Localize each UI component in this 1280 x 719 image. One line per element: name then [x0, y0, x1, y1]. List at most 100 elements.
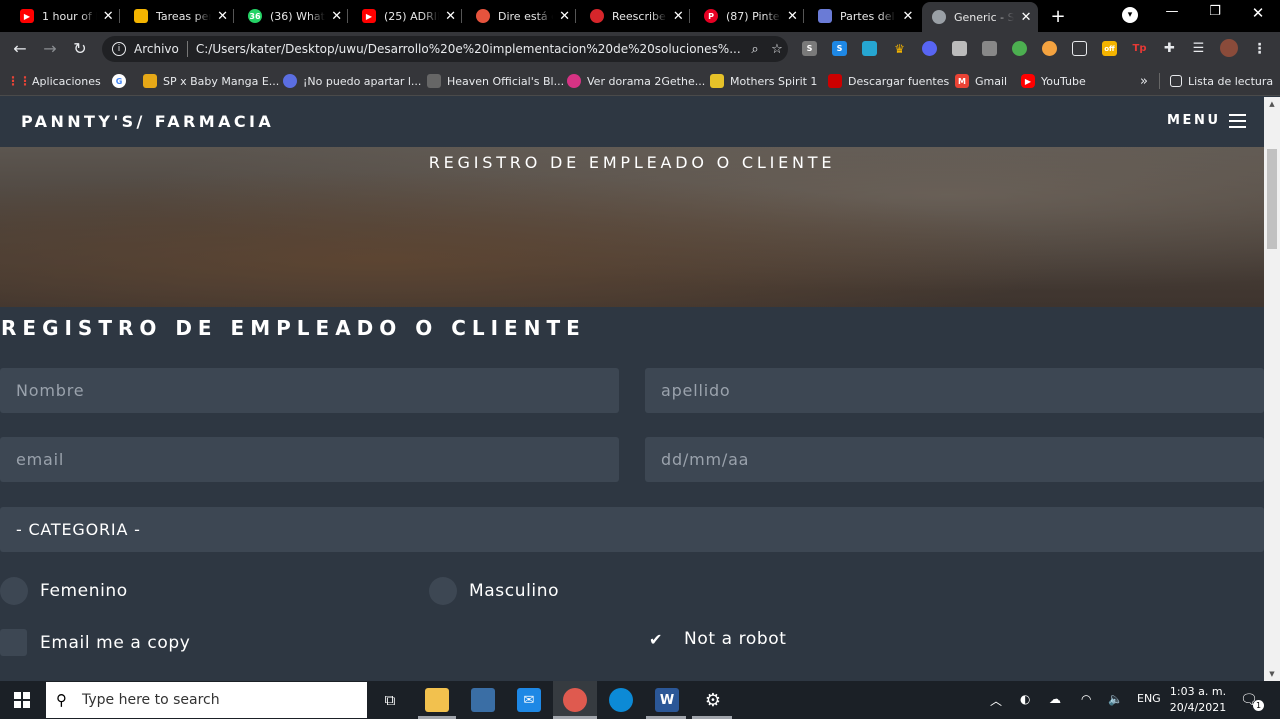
- date-input[interactable]: [645, 437, 1264, 482]
- browser-tab[interactable]: 36 (36) Whats ✕: [238, 3, 348, 29]
- taskbar-clock[interactable]: 1:03 a. m. 20/4/2021: [1168, 684, 1228, 716]
- close-icon[interactable]: ✕: [1018, 10, 1034, 25]
- close-icon[interactable]: ✕: [785, 9, 800, 24]
- more-bookmarks-icon[interactable]: »: [1140, 72, 1148, 90]
- close-icon[interactable]: ✕: [557, 9, 572, 24]
- categoria-select[interactable]: - CATEGORIA -: [0, 507, 1264, 552]
- bookmark-star-icon[interactable]: ☆: [766, 42, 788, 57]
- volume-icon[interactable]: 🔈: [1108, 692, 1123, 706]
- bookmark-item[interactable]: Ver dorama 2Gethe...: [567, 72, 705, 90]
- new-tab-icon[interactable]: +: [1048, 6, 1068, 27]
- url-text[interactable]: C:/Users/kater/Desktop/uwu/Desarrollo%20…: [196, 42, 744, 56]
- extension-icon[interactable]: S: [802, 41, 817, 56]
- taskbar-search[interactable]: ⚲ Type here to search: [46, 682, 367, 718]
- menu-button[interactable]: MENU: [1167, 113, 1246, 128]
- vertical-scrollbar[interactable]: ▲ ▼: [1264, 97, 1280, 681]
- file-explorer-icon[interactable]: [425, 688, 449, 712]
- scroll-thumb[interactable]: [1267, 149, 1277, 249]
- minimize-icon[interactable]: —: [1157, 4, 1187, 19]
- info-icon[interactable]: i: [112, 42, 126, 56]
- discord-extension-icon[interactable]: [922, 41, 937, 56]
- wifi-icon[interactable]: ◠: [1081, 692, 1091, 706]
- close-icon[interactable]: ✕: [671, 9, 686, 24]
- clock-date: 20/4/2021: [1169, 701, 1227, 714]
- word-icon[interactable]: W: [655, 688, 679, 712]
- radio-masculino[interactable]: Masculino: [429, 577, 559, 605]
- checkbox-not-robot[interactable]: ✔ Not a robot: [649, 629, 786, 649]
- bookmark-item[interactable]: Mothers Spirit 1: [710, 72, 817, 90]
- browser-tab[interactable]: Partes del ✕: [808, 3, 920, 29]
- zoom-icon[interactable]: ⌕: [744, 42, 766, 57]
- scroll-up-icon[interactable]: ▲: [1264, 97, 1280, 111]
- settings-icon[interactable]: ⚙: [701, 688, 725, 712]
- close-icon[interactable]: ✕: [101, 9, 116, 24]
- store-icon[interactable]: [471, 688, 495, 712]
- extension-icon[interactable]: [1042, 41, 1057, 56]
- coupon-extension-icon[interactable]: off: [1102, 41, 1117, 56]
- tab-search-icon[interactable]: ▾: [1122, 7, 1138, 23]
- mail-icon[interactable]: ✉: [517, 688, 541, 712]
- scroll-down-icon[interactable]: ▼: [1264, 667, 1280, 681]
- browser-tab[interactable]: Dire está c ✕: [466, 3, 576, 29]
- apellido-input[interactable]: [645, 368, 1264, 413]
- extension-icon[interactable]: [862, 41, 877, 56]
- back-icon[interactable]: ←: [10, 39, 30, 58]
- reload-icon[interactable]: ↻: [70, 39, 90, 58]
- browser-tab-active[interactable]: Generic - S ✕: [922, 2, 1038, 32]
- windows-start-icon[interactable]: [14, 692, 30, 708]
- profile-avatar[interactable]: [1220, 39, 1238, 57]
- radio-femenino[interactable]: Femenino: [0, 577, 128, 605]
- close-icon[interactable]: ✕: [443, 9, 458, 24]
- language-indicator[interactable]: ENG: [1137, 692, 1161, 705]
- radio-circle[interactable]: [429, 577, 457, 605]
- close-icon[interactable]: ✕: [900, 9, 916, 24]
- browser-tab[interactable]: ▶ (25) ADRIE ✕: [352, 3, 462, 29]
- cast-icon[interactable]: [1072, 41, 1087, 56]
- checkmark-icon[interactable]: ✔: [649, 630, 665, 649]
- bookmark-item[interactable]: ¡No puedo apartar l...: [283, 72, 421, 90]
- bookmark-item[interactable]: M Gmail: [955, 72, 1007, 90]
- bookmark-item[interactable]: SP x Baby Manga E...: [143, 72, 279, 90]
- classroom-icon: [134, 9, 148, 23]
- extension-icon[interactable]: [1012, 41, 1027, 56]
- bookmark-item[interactable]: Heaven Official's Bl...: [427, 72, 564, 90]
- radio-circle[interactable]: [0, 577, 28, 605]
- forward-icon[interactable]: →: [40, 39, 60, 58]
- checkbox-box[interactable]: [0, 629, 27, 656]
- tp-extension-icon[interactable]: Tp: [1132, 41, 1147, 56]
- browser-tab[interactable]: Reescribe, ✕: [580, 3, 690, 29]
- onedrive-icon[interactable]: ☁: [1049, 692, 1061, 706]
- edge-icon[interactable]: [609, 688, 633, 712]
- checkbox-email-copy[interactable]: Email me a copy: [0, 629, 190, 656]
- more-menu-icon[interactable]: ⋮: [1252, 41, 1267, 57]
- extension-icon[interactable]: [982, 41, 997, 56]
- bookmark-item[interactable]: G: [112, 72, 132, 90]
- bookmark-item[interactable]: ⋮⋮ Aplicaciones: [7, 72, 101, 90]
- close-window-icon[interactable]: ✕: [1243, 4, 1273, 22]
- close-icon[interactable]: ✕: [329, 9, 344, 24]
- search-icon: ⚲: [56, 691, 67, 709]
- restore-icon[interactable]: ❐: [1200, 4, 1230, 19]
- browser-tab[interactable]: ▶ 1 hour of l ✕: [10, 3, 120, 29]
- extension-icon[interactable]: S: [832, 41, 847, 56]
- email-input[interactable]: [0, 437, 619, 482]
- address-bar[interactable]: i Archivo C:/Users/kater/Desktop/uwu/Des…: [102, 36, 788, 62]
- reading-list-button[interactable]: Lista de lectura: [1170, 72, 1273, 90]
- task-view-icon[interactable]: ⧉: [378, 688, 402, 712]
- browser-tab[interactable]: Tareas pen ✕: [124, 3, 234, 29]
- cube-extension-icon[interactable]: [952, 41, 967, 56]
- meet-now-icon[interactable]: ◐: [1020, 692, 1030, 706]
- close-icon[interactable]: ✕: [215, 9, 230, 24]
- bookmark-item[interactable]: ▶ YouTube: [1021, 72, 1086, 90]
- puzzle-extensions-icon[interactable]: ✚: [1162, 41, 1177, 56]
- browser-tab[interactable]: P (87) Pinter ✕: [694, 3, 804, 29]
- nombre-input[interactable]: [0, 368, 619, 413]
- show-hidden-icons-icon[interactable]: ︿: [990, 692, 1002, 709]
- site-brand[interactable]: PANNTY'S/ FARMACIA: [21, 112, 274, 131]
- media-playlist-icon[interactable]: ☰: [1191, 41, 1206, 56]
- crown-extension-icon[interactable]: ♛: [892, 41, 907, 56]
- bookmark-item[interactable]: Descargar fuentes: [828, 72, 949, 90]
- bookmark-label: Ver dorama 2Gethe...: [587, 74, 706, 88]
- apps-grid-icon: ⋮⋮: [7, 74, 31, 88]
- search-placeholder: Type here to search: [82, 692, 220, 708]
